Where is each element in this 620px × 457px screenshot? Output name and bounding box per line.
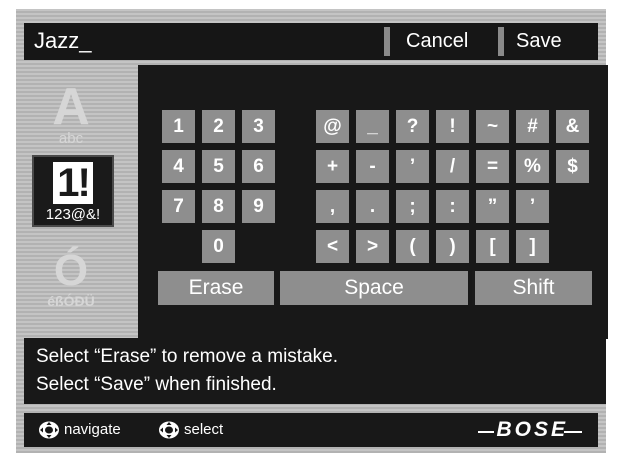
space-button[interactable]: Space — [280, 271, 468, 305]
key-colon[interactable]: : — [436, 190, 469, 223]
key-equals[interactable]: = — [476, 150, 509, 183]
select-icon — [159, 421, 179, 439]
mode-alpha-glyph: A — [52, 78, 90, 136]
key-tilde[interactable]: ~ — [476, 110, 509, 143]
key-single-quote[interactable]: ’ — [516, 190, 549, 223]
key-semicolon[interactable]: ; — [396, 190, 429, 223]
mode-accented-glyph: Ó — [53, 246, 89, 295]
key-left-paren[interactable]: ( — [396, 230, 429, 263]
key-slash[interactable]: / — [436, 150, 469, 183]
screen: Jazz_ Cancel Save A abc 1! 123@&! Ó éßÓÐ… — [16, 9, 608, 453]
key-at[interactable]: @ — [316, 110, 349, 143]
key-dollar[interactable]: $ — [556, 150, 589, 183]
key-minus[interactable]: - — [356, 150, 389, 183]
key-less-than[interactable]: < — [316, 230, 349, 263]
hint-panel: Select “Erase” to remove a mistake. Sele… — [24, 338, 606, 404]
key-percent[interactable]: % — [516, 150, 549, 183]
mode-accented-button[interactable]: Ó éßÓÐÜ — [32, 246, 110, 310]
mode-accented-label: éßÓÐÜ — [47, 293, 95, 309]
key-comma[interactable]: , — [316, 190, 349, 223]
key-exclaim[interactable]: ! — [436, 110, 469, 143]
navigate-label: navigate — [64, 421, 121, 438]
select-label: select — [184, 421, 224, 438]
save-button[interactable]: Save — [516, 26, 562, 57]
keyboard-panel: 1 2 3 4 5 6 7 8 9 0 @ _ ? ! ~ # & + - ’ … — [138, 65, 608, 339]
navigate-icon — [39, 421, 59, 439]
key-left-bracket[interactable]: [ — [476, 230, 509, 263]
brand-stripe — [564, 431, 582, 433]
key-right-paren[interactable]: ) — [436, 230, 469, 263]
separator — [384, 27, 390, 56]
key-greater-than[interactable]: > — [356, 230, 389, 263]
key-plus[interactable]: + — [316, 150, 349, 183]
key-apostrophe[interactable]: ’ — [396, 150, 429, 183]
key-hash[interactable]: # — [516, 110, 549, 143]
key-2[interactable]: 2 — [202, 110, 235, 143]
key-8[interactable]: 8 — [202, 190, 235, 223]
key-underscore[interactable]: _ — [356, 110, 389, 143]
text-entry-field[interactable]: Jazz_ — [34, 27, 91, 55]
hint-line-2: Select “Save” when finished. — [36, 374, 277, 395]
key-question[interactable]: ? — [396, 110, 429, 143]
brand-stripe — [478, 431, 494, 433]
mode-symbols-button[interactable]: 1! 123@&! — [32, 155, 114, 227]
key-9[interactable]: 9 — [242, 190, 275, 223]
key-3[interactable]: 3 — [242, 110, 275, 143]
bose-logo: BOSE — [496, 418, 568, 441]
separator — [498, 27, 504, 56]
key-double-quote[interactable]: ” — [476, 190, 509, 223]
mode-alpha-label: abc — [58, 130, 84, 147]
mode-symbols-label: 123@&! — [45, 206, 101, 223]
hint-line-1: Select “Erase” to remove a mistake. — [36, 346, 338, 367]
key-right-bracket[interactable]: ] — [516, 230, 549, 263]
key-ampersand[interactable]: & — [556, 110, 589, 143]
key-4[interactable]: 4 — [162, 150, 195, 183]
mode-symbols-glyph: 1! — [34, 161, 112, 205]
bottom-bar: navigate select BOSE — [24, 413, 598, 447]
mode-alpha-button[interactable]: A abc — [32, 78, 110, 147]
shift-button[interactable]: Shift — [472, 271, 592, 305]
key-1[interactable]: 1 — [162, 110, 195, 143]
key-period[interactable]: . — [356, 190, 389, 223]
cancel-button[interactable]: Cancel — [406, 26, 468, 57]
key-5[interactable]: 5 — [202, 150, 235, 183]
key-6[interactable]: 6 — [242, 150, 275, 183]
key-0[interactable]: 0 — [202, 230, 235, 263]
erase-button[interactable]: Erase — [158, 271, 274, 305]
top-bar: Jazz_ Cancel Save — [24, 23, 598, 60]
key-7[interactable]: 7 — [162, 190, 195, 223]
